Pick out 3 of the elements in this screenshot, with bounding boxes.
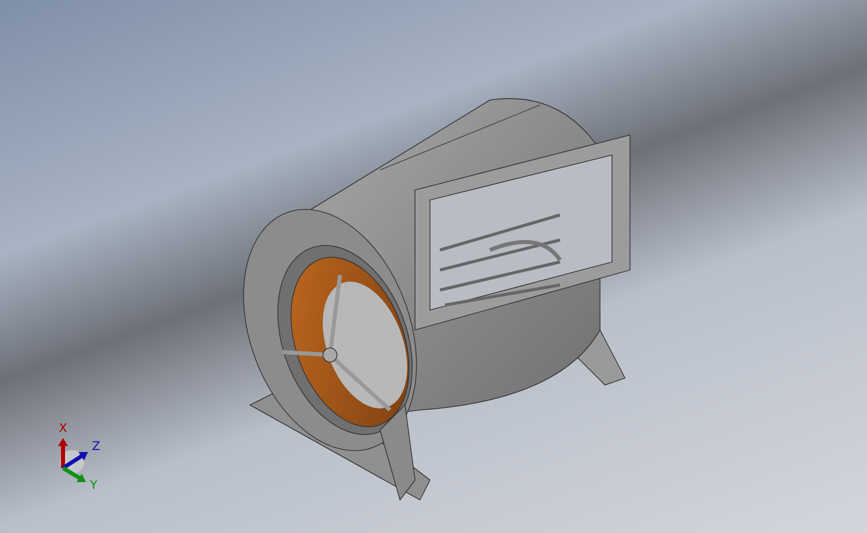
axis-label: X	[58, 421, 68, 435]
axis-label: Y	[90, 478, 98, 492]
axis-label: Z	[92, 439, 100, 453]
